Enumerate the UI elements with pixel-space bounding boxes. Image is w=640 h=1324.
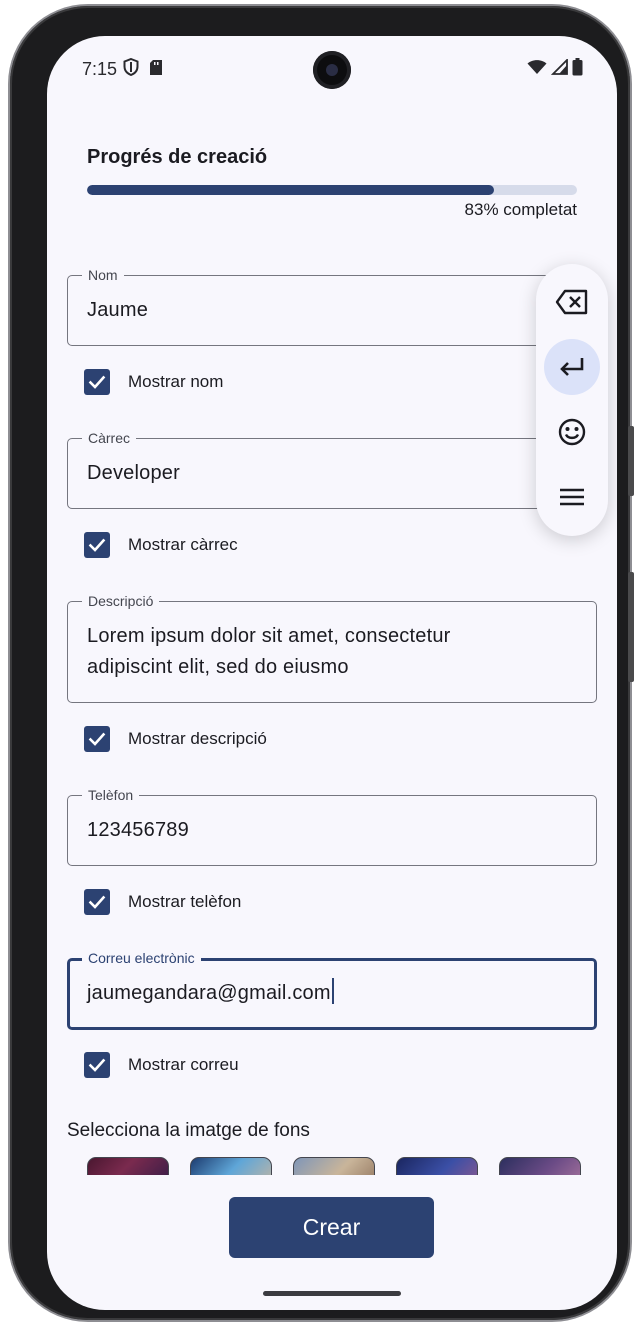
background-thumbnail-4[interactable]	[396, 1157, 478, 1175]
phone-field-label: Telèfon	[82, 786, 140, 804]
check-icon	[88, 895, 106, 909]
backspace-icon[interactable]	[544, 274, 600, 330]
description-field[interactable]: Descripció Lorem ipsum dolor sit amet, c…	[67, 592, 597, 703]
enter-icon[interactable]	[544, 339, 600, 395]
creation-progress: Progrés de creació 83% completat	[87, 146, 577, 220]
email-field-value: jaumegandara@gmail.com	[87, 978, 334, 1009]
position-field-label: Càrrec	[82, 429, 137, 447]
description-field-label: Descripció	[82, 592, 160, 610]
show-email-checkbox[interactable]	[84, 1052, 110, 1078]
phone-field[interactable]: Telèfon 123456789	[67, 786, 597, 866]
show-name-checkbox[interactable]	[84, 369, 110, 395]
navigation-handle[interactable]	[263, 1291, 401, 1296]
show-phone-checkbox-row[interactable]: Mostrar telèfon	[84, 889, 241, 915]
volume-button	[628, 426, 634, 496]
show-description-label: Mostrar descripció	[128, 729, 267, 748]
check-icon	[88, 375, 106, 389]
keyboard-toolbar	[536, 264, 608, 536]
background-thumbnail-2[interactable]	[190, 1157, 272, 1175]
background-picker-title: Selecciona la imatge de fons	[67, 1120, 310, 1141]
name-field-value: Jaume	[87, 299, 149, 321]
show-description-checkbox[interactable]	[84, 726, 110, 752]
show-description-checkbox-row[interactable]: Mostrar descripció	[84, 726, 267, 752]
email-field-text: jaumegandara@gmail.com	[87, 982, 331, 1004]
progress-title: Progrés de creació	[87, 146, 268, 168]
progress-bar	[87, 185, 577, 195]
sd-card-icon	[149, 59, 163, 81]
phone-field-value: 123456789	[87, 819, 189, 841]
background-thumbnail-3[interactable]	[293, 1157, 375, 1175]
status-time: 7:15	[82, 59, 118, 79]
show-name-label: Mostrar nom	[128, 372, 224, 391]
shield-icon	[123, 57, 139, 81]
menu-icon[interactable]	[544, 469, 600, 525]
create-button[interactable]: Crear	[229, 1197, 434, 1258]
front-camera	[313, 51, 351, 89]
progress-label: 83% completat	[464, 200, 577, 219]
status-left-icons	[123, 57, 163, 81]
power-button	[628, 572, 634, 682]
check-icon	[88, 732, 106, 746]
position-field-value: Developer	[87, 462, 180, 484]
show-phone-checkbox[interactable]	[84, 889, 110, 915]
position-field[interactable]: Càrrec Developer	[67, 429, 597, 509]
background-thumbnail-5[interactable]	[499, 1157, 581, 1175]
signal-icon	[550, 57, 568, 80]
progress-fill	[87, 185, 494, 195]
emoji-icon[interactable]	[544, 404, 600, 460]
show-position-checkbox[interactable]	[84, 532, 110, 558]
status-bar: 7:15	[47, 36, 617, 100]
phone-frame: 7:15 Progrés de creació 83% completat No…	[10, 6, 634, 1320]
name-field-label: Nom	[82, 266, 124, 284]
show-email-checkbox-row[interactable]: Mostrar correu	[84, 1052, 239, 1078]
name-field[interactable]: Nom Jaume	[67, 266, 597, 346]
status-right-icons	[527, 57, 583, 81]
description-field-value: Lorem ipsum dolor sit amet, consectetur …	[87, 625, 451, 678]
show-phone-label: Mostrar telèfon	[128, 892, 242, 911]
check-icon	[88, 1058, 106, 1072]
check-icon	[88, 538, 106, 552]
background-thumbnail-1[interactable]	[87, 1157, 169, 1175]
show-position-label: Mostrar càrrec	[128, 535, 238, 554]
show-name-checkbox-row[interactable]: Mostrar nom	[84, 369, 223, 395]
app-screen: 7:15 Progrés de creació 83% completat No…	[47, 36, 617, 1310]
show-email-label: Mostrar correu	[128, 1055, 239, 1074]
background-thumbnails	[87, 1157, 581, 1175]
email-field-label: Correu electrònic	[82, 949, 201, 967]
email-field[interactable]: Correu electrònic jaumegandara@gmail.com	[67, 949, 597, 1030]
text-cursor	[331, 978, 334, 1004]
battery-icon	[572, 58, 583, 81]
wifi-icon	[527, 59, 547, 80]
show-position-checkbox-row[interactable]: Mostrar càrrec	[84, 532, 238, 558]
